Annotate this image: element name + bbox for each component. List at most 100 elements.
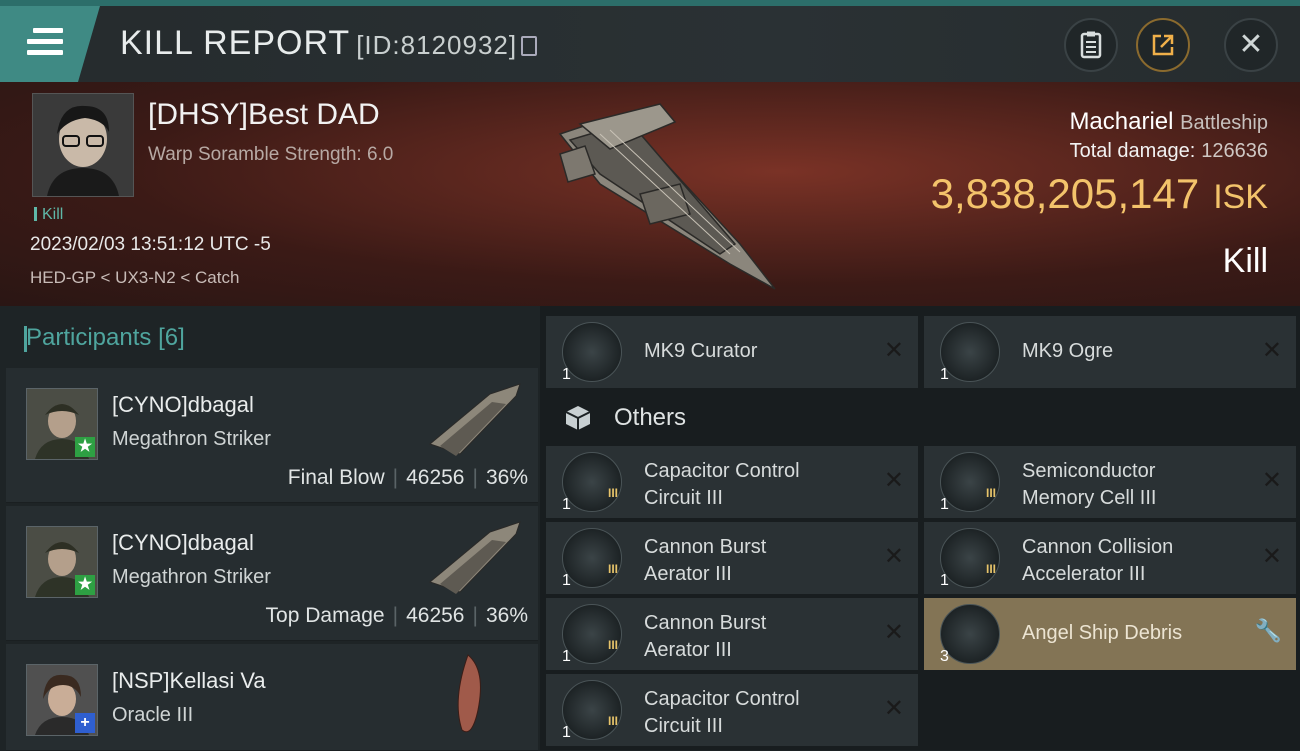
item-card[interactable]: III 1 Cannon Burst Aerator III ✕	[546, 598, 918, 670]
item-name: Angel Ship Debris	[1022, 622, 1183, 644]
item-card-dropped[interactable]: 3 Angel Ship Debris 🔧	[924, 598, 1296, 670]
item-quantity: 1	[562, 572, 571, 589]
item-name: Capacitor Control Circuit III	[644, 460, 800, 509]
participant-ship-image	[428, 521, 521, 594]
share-button[interactable]	[1136, 18, 1190, 72]
items-panel: 1 MK9 Curator ✕ 1 MK9 Ogre ✕ Others III …	[540, 306, 1300, 750]
destroyed-icon: ✕	[883, 619, 904, 646]
participant-avatar: ★	[26, 388, 98, 460]
destroyed-icon: ✕	[1261, 337, 1282, 364]
victim-ship[interactable]: Machariel Battleship	[1069, 108, 1268, 136]
destroyed-icon: ✕	[1261, 543, 1282, 570]
destroyed-icon: ✕	[883, 695, 904, 722]
item-quantity: 1	[940, 496, 949, 513]
participant-stats: Final Blow | 46256 | 36%	[287, 466, 528, 489]
item-quantity: 1	[940, 366, 949, 383]
star-icon: ★	[75, 575, 95, 595]
victim-ship-class: Battleship	[1180, 112, 1268, 134]
menu-button[interactable]	[0, 6, 100, 82]
warp-scramble-strength: Warp Soramble Strength: 6.0	[148, 144, 394, 165]
participants-count: [6]	[158, 324, 185, 351]
clipboard-icon	[1080, 31, 1102, 59]
participant-row[interactable]: + [NSP]Kellasi Va Oracle III	[6, 644, 538, 751]
participant-ship: Megathron Striker	[112, 428, 271, 450]
item-quantity: 3	[940, 648, 949, 665]
total-damage-value: 126636	[1201, 140, 1268, 162]
victim-banner: [DHSY]Best DAD Warp Soramble Strength: 6…	[0, 82, 1300, 306]
avatar	[33, 94, 133, 196]
item-card[interactable]: III 1 Capacitor Control Circuit III ✕	[546, 446, 918, 518]
isk-value: 3,838,205,147 ISK	[931, 170, 1268, 218]
item-card[interactable]: III 1 Capacitor Control Circuit III ✕	[546, 674, 918, 746]
participant-percent: 36%	[485, 466, 528, 489]
rig-icon	[562, 452, 622, 512]
rig-icon	[940, 528, 1000, 588]
item-card[interactable]: III 1 Cannon Collision Accelerator III ✕	[924, 522, 1296, 594]
top-damage-label: Top Damage	[265, 604, 385, 627]
participant-name: [CYNO]dbagal	[112, 530, 254, 555]
item-quantity: 1	[562, 648, 571, 665]
item-name: MK9 Curator	[644, 340, 758, 362]
participant-damage: 46256	[406, 466, 465, 489]
participant-row[interactable]: ★ [CYNO]dbagal Megathron Striker Final B…	[6, 368, 538, 503]
close-icon: ✕	[1238, 28, 1264, 61]
close-button[interactable]: ✕	[1224, 18, 1278, 72]
item-name: MK9 Ogre	[1022, 340, 1114, 362]
participant-avatar: ★	[26, 526, 98, 598]
victim-ship-name: Machariel	[1069, 108, 1174, 135]
report-id: [ID:8120932]	[356, 30, 518, 60]
rig-icon	[940, 452, 1000, 512]
tier-badge: III	[608, 714, 619, 728]
wrench-icon: 🔧	[1254, 618, 1282, 643]
participant-percent: 36%	[485, 604, 528, 627]
drone-icon	[940, 322, 1000, 382]
item-card[interactable]: III 1 Semiconductor Memory Cell III ✕	[924, 446, 1296, 518]
destroyed-icon: ✕	[883, 543, 904, 570]
participant-name: [CYNO]dbagal	[112, 392, 254, 417]
tier-badge: III	[608, 562, 619, 576]
final-blow-label: Final Blow	[287, 466, 385, 489]
participant-ship: Oracle III	[112, 704, 194, 726]
item-card[interactable]: III 1 Cannon Burst Aerator III ✕	[546, 522, 918, 594]
tier-badge: III	[986, 486, 997, 500]
tier-badge: III	[986, 562, 997, 576]
isk-unit: ISK	[1213, 178, 1268, 216]
cube-icon	[565, 406, 591, 430]
victim-name[interactable]: [DHSY]Best DAD	[148, 98, 380, 132]
participants-label: Participants	[26, 324, 152, 351]
page-title-text: KILL REPORT	[120, 24, 351, 62]
debris-icon	[940, 604, 1000, 664]
kill-datetime: 2023/02/03 13:51:12 UTC -5	[30, 234, 271, 255]
item-name: Capacitor Control Circuit III	[644, 688, 800, 737]
item-name: Cannon Burst Aerator III	[644, 536, 767, 585]
participants-panel: Participants [6] ★ [CYNO]dbagal Megathro…	[0, 306, 540, 751]
clipboard-button[interactable]	[1064, 18, 1118, 72]
participant-ship: Megathron Striker	[112, 566, 271, 588]
star-icon: ★	[75, 437, 95, 457]
participant-ship-image	[428, 383, 521, 456]
participant-stats: Top Damage | 46256 | 36%	[265, 604, 528, 627]
participant-avatar: +	[26, 664, 98, 736]
rig-icon	[562, 680, 622, 740]
item-quantity: 1	[562, 366, 571, 383]
participant-damage: 46256	[406, 604, 465, 627]
destroyed-icon: ✕	[883, 467, 904, 494]
rig-icon	[562, 528, 622, 588]
participant-ship-image	[457, 654, 481, 733]
victim-ship-image[interactable]	[540, 94, 780, 294]
kill-location[interactable]: HED-GP < UX3-N2 < Catch	[30, 268, 239, 288]
item-card[interactable]: 1 MK9 Curator ✕	[546, 316, 918, 388]
copy-icon[interactable]	[521, 36, 538, 56]
others-label: Others	[614, 404, 687, 431]
kill-result: Kill	[1222, 242, 1268, 280]
share-icon	[1152, 34, 1174, 56]
item-name: Cannon Collision Accelerator III	[1022, 536, 1174, 585]
item-card[interactable]: 1 MK9 Ogre ✕	[924, 316, 1296, 388]
drone-icon	[562, 322, 622, 382]
hamburger-icon	[27, 28, 63, 61]
participant-row[interactable]: ★ [CYNO]dbagal Megathron Striker Top Dam…	[6, 506, 538, 641]
rig-icon	[562, 604, 622, 664]
item-quantity: 1	[940, 572, 949, 589]
item-quantity: 1	[562, 496, 571, 513]
victim-portrait[interactable]	[32, 93, 134, 197]
